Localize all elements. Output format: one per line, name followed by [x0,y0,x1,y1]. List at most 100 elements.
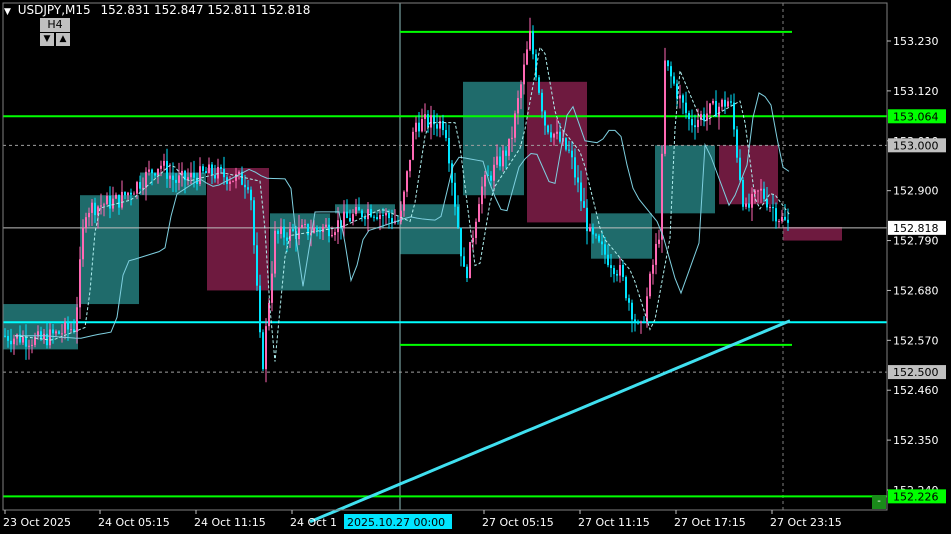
candle-body [493,164,495,181]
candle-body [727,101,729,107]
symbol-header: ▼ USDJPY,M15 152.831 152.847 152.811 152… [4,3,310,17]
candle-body [172,175,174,180]
candle-body [280,226,282,234]
candle-body [355,207,357,215]
candle-body [613,268,615,275]
candle-body [592,227,594,235]
candle-body [658,239,660,244]
candle-body [514,113,516,138]
candle-body [157,168,159,176]
time-tick-label: 24 Oct 05:15 [98,516,170,529]
slow-moving-average [309,319,791,524]
minus-button[interactable]: - [872,495,886,509]
candle-body [664,60,666,154]
candle-body [778,221,780,223]
candle-body [634,319,636,323]
candle-body [205,171,207,174]
candle-body [376,217,378,220]
candle-body [88,212,90,218]
candle-body [424,114,426,119]
candle-body [568,149,570,151]
candle-body [667,60,669,67]
candle-body [544,111,546,126]
candle-body [685,102,687,114]
candle-body [121,191,123,208]
candle-body [445,130,447,139]
candle-body [217,166,219,179]
candle-body [697,119,699,128]
candle-body [139,182,141,189]
h4-candle-box [270,213,330,291]
candle-body [733,102,735,130]
candle-body [316,227,318,230]
candle-body [136,182,138,194]
candle-body [553,133,555,138]
candle-body [322,226,324,233]
candle-body [190,172,192,178]
candle-body [769,206,771,208]
candle-body [760,188,762,191]
price-chart[interactable]: 153.230153.120153.010152.900152.790152.6… [0,0,951,534]
candle-body [637,322,639,324]
candle-body [730,101,732,103]
candle-body [631,302,633,320]
candle-body [127,192,129,196]
candle-body [214,174,216,179]
candle-body [736,129,738,158]
candle-body [511,137,513,139]
candle-body [457,206,459,228]
candle-body [10,340,12,345]
price-label-text: 153.000 [893,139,939,152]
timeframe-up-button[interactable]: ▲ [56,33,70,46]
ohlc-values: 152.831 152.847 152.811 152.818 [100,3,311,17]
time-tick-label: 24 Oct 11:15 [194,516,266,529]
candle-body [673,76,675,84]
candle-body [262,332,264,370]
candle-body [418,122,420,132]
timeframe-down-button[interactable]: ▼ [40,33,54,46]
candle-body [655,243,657,265]
price-tick-label: 152.350 [893,434,939,447]
candle-body [103,204,105,206]
candle-body [430,115,432,128]
candle-body [409,159,411,172]
candle-body [334,232,336,236]
candle-body [328,224,330,237]
candle-body [256,245,258,286]
candle-body [586,207,588,232]
candle-body [619,265,621,276]
candle-body [52,329,54,334]
candle-body [583,201,585,208]
candle-body [130,192,132,195]
candle-body [79,259,81,308]
candle-body [118,194,120,208]
candle-body [481,186,483,205]
candle-body [337,220,339,233]
candle-body [628,298,630,303]
candle-body [145,171,147,188]
candle-body [739,157,741,180]
candle-body [661,153,663,240]
candle-body [40,331,42,340]
time-tick-label: 23 Oct 2025 [3,516,71,529]
candle-body [406,171,408,192]
candle-body [712,100,714,104]
candle-body [607,254,609,266]
menu-triangle-icon[interactable]: ▼ [4,7,11,17]
timeframe-switcher: H4 ▼ ▲ [40,18,70,46]
candle-body [85,217,87,228]
candle-body [160,165,162,169]
candle-body [202,166,204,172]
candle-body [304,224,306,226]
candle-body [28,345,30,347]
candle-body [469,242,471,279]
candle-body [373,216,375,218]
candle-body [250,189,252,201]
candle-body [148,169,150,172]
candle-body [763,188,765,199]
h4-candle-box [783,226,842,241]
candle-body [454,182,456,207]
candle-body [301,224,303,228]
candle-body [538,77,540,93]
candle-body [499,156,501,167]
